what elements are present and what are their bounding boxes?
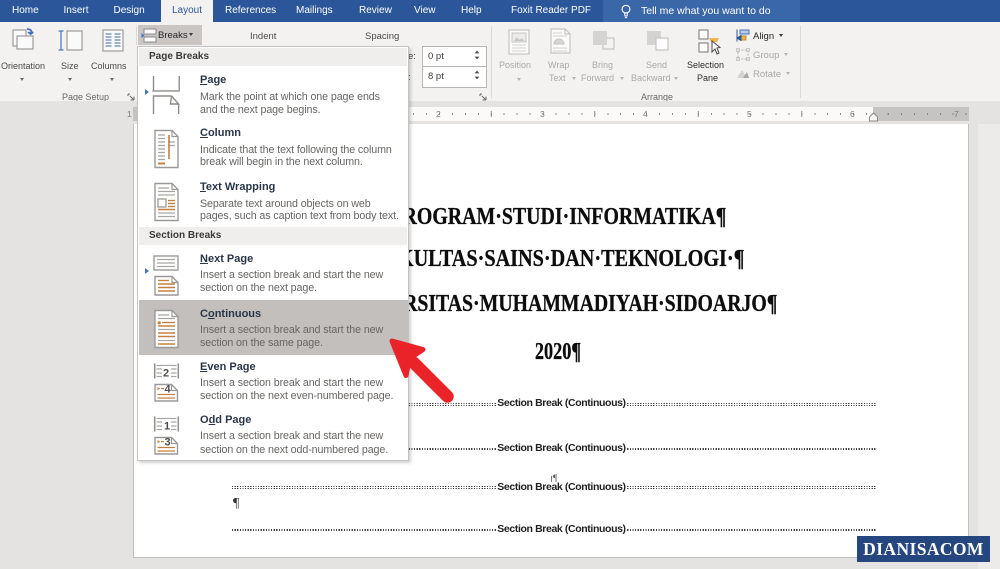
svg-text:4: 4 [165, 384, 172, 396]
svg-text:1: 1 [164, 421, 170, 433]
svg-text:2: 2 [163, 368, 169, 380]
svg-text:3: 3 [165, 437, 171, 449]
